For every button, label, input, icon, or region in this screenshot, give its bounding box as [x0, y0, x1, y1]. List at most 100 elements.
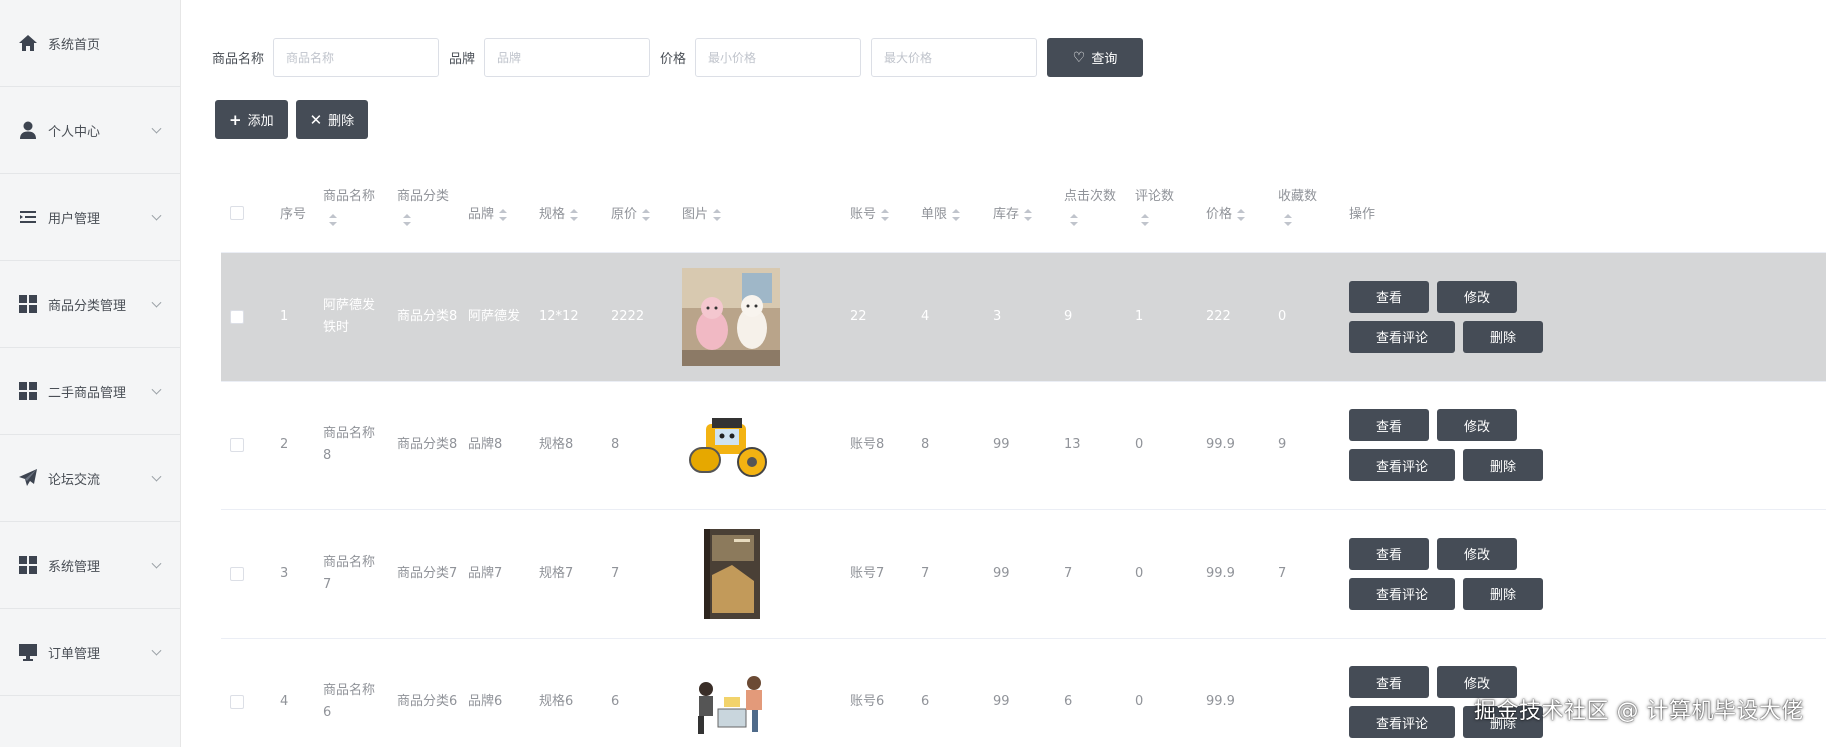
cell-category: 商品分类7	[397, 565, 458, 581]
table-body: 1 阿萨德发铁时 商品分类8 阿萨德发 12*12 2222 22 4 3 9 1 222 0 查看 修改查…	[221, 253, 1826, 747]
header-favorites-label: 收藏数	[1278, 189, 1318, 204]
table-header: 序号 商品名称 商品分类 品牌 规格 原价 图片 账号 单限 库存 点击次数 评…	[221, 173, 1826, 253]
header-image-label: 图片	[682, 207, 709, 222]
delete-button[interactable]: ✕ 删除	[295, 100, 369, 139]
sort-icon[interactable]	[403, 213, 411, 226]
header-price[interactable]: 价格	[1206, 203, 1246, 222]
view-button[interactable]: 查看	[1349, 280, 1430, 313]
edit-button[interactable]: 修改	[1437, 280, 1518, 313]
cell-stock: 99	[993, 694, 1010, 710]
view-button[interactable]: 查看	[1349, 666, 1430, 699]
header-account[interactable]: 账号	[850, 203, 890, 222]
header-comments[interactable]: 评论数	[1135, 185, 1174, 227]
sort-icon[interactable]	[713, 208, 722, 221]
watermark: 掘金技术社区 @ 计算机毕设大佬	[1474, 699, 1804, 724]
app-root: 系统首页 个人中心 用户管理 商品分类管理 二手商品管理 论坛交流 系统管理订单管理 商品名…	[0, 0, 1826, 747]
view-comments-button[interactable]: 查看评论	[1349, 449, 1456, 482]
sort-icon[interactable]	[1237, 208, 1246, 221]
grid-icon	[16, 379, 40, 403]
sidebar-item-6[interactable]: 系统管理	[0, 522, 180, 609]
brand-label: 品牌	[449, 52, 476, 67]
sort-icon[interactable]	[952, 208, 961, 221]
name-search-input[interactable]	[273, 38, 440, 77]
row-delete-button[interactable]: 删除	[1463, 577, 1544, 610]
header-orig-price[interactable]: 原价	[611, 203, 651, 222]
row-delete-button[interactable]: 删除	[1463, 320, 1544, 353]
sort-icon[interactable]	[642, 208, 651, 221]
sort-icon[interactable]	[1141, 213, 1149, 226]
table-row[interactable]: 3 商品名称7 商品分类7 品牌7 规格7 7 账号7 7 99 7 0 99.9 7 查看 修改 查看评论删…	[221, 510, 1826, 639]
cell-comments: 0	[1135, 565, 1144, 581]
header-price-label: 价格	[1206, 207, 1233, 222]
query-button[interactable]: ♡ 查询	[1047, 38, 1144, 77]
view-comments-button[interactable]: 查看评论	[1349, 577, 1456, 610]
sidebar-item-3[interactable]: 商品分类管理	[0, 261, 180, 348]
sort-icon[interactable]	[329, 213, 337, 226]
table-row[interactable]: 1 阿萨德发铁时 商品分类8 阿萨德发 12*12 2222 22 4 3 9 1 222 0 查看 修改查…	[221, 253, 1826, 382]
add-button[interactable]: + 添加	[215, 100, 288, 139]
sidebar-item-7[interactable]: 订单管理	[0, 609, 180, 696]
cell-clicks: 9	[1064, 308, 1073, 324]
cell-index: 1	[280, 308, 289, 324]
max-price-input[interactable]	[871, 38, 1038, 77]
search-bar: 商品名称 品牌 价格 ♡ 查询	[212, 38, 1144, 77]
cell-favorites: 7	[1278, 565, 1287, 581]
header-favorites[interactable]: 收藏数	[1278, 185, 1317, 227]
header-brand[interactable]: 品牌	[468, 203, 508, 222]
cell-comments: 1	[1135, 308, 1144, 324]
header-clicks[interactable]: 点击次数	[1064, 185, 1116, 227]
sidebar-item-2[interactable]: 用户管理	[0, 174, 180, 261]
sort-icon[interactable]	[1284, 213, 1292, 226]
row-checkbox[interactable]	[230, 566, 244, 581]
header-limit[interactable]: 单限	[921, 203, 961, 222]
cell-spec: 规格7	[539, 565, 574, 581]
view-button[interactable]: 查看	[1349, 537, 1430, 570]
header-brand-label: 品牌	[468, 207, 495, 222]
cell-orig-price: 6	[611, 694, 620, 710]
sort-icon[interactable]	[570, 208, 579, 221]
header-stock[interactable]: 库存	[993, 203, 1033, 222]
row-checkbox[interactable]	[230, 309, 244, 324]
table-row[interactable]: 2 商品名称8 商品分类8 品牌8 规格8 8 账号8 8 99 13 0 99.9 9 查看 修改 查看评论…	[221, 382, 1826, 510]
header-category-label: 商品分类	[397, 189, 450, 204]
select-all-checkbox[interactable]	[230, 205, 244, 220]
cell-name: 商品名称6	[323, 683, 376, 721]
row-delete-button[interactable]: 删除	[1463, 449, 1544, 482]
cell-price: 222	[1206, 308, 1231, 324]
sort-icon[interactable]	[1070, 213, 1078, 226]
edit-button[interactable]: 修改	[1437, 537, 1518, 570]
row-actions: 查看 修改查看评论 删除	[1349, 409, 1544, 482]
header-category[interactable]: 商品分类	[397, 185, 449, 227]
row-checkbox[interactable]	[230, 695, 244, 710]
cell-orig-price: 2222	[611, 308, 645, 324]
sidebar-item-5[interactable]: 论坛交流	[0, 435, 180, 522]
view-button[interactable]: 查看	[1349, 409, 1430, 442]
sort-icon[interactable]	[1024, 208, 1033, 221]
cell-price: 99.9	[1206, 694, 1235, 710]
header-spec[interactable]: 规格	[539, 203, 579, 222]
cell-limit: 4	[921, 308, 930, 324]
header-index-label: 序号	[280, 207, 307, 222]
sidebar-item-1[interactable]: 个人中心	[0, 87, 180, 174]
edit-button[interactable]: 修改	[1437, 409, 1518, 442]
query-button-label: 查询	[1091, 52, 1118, 67]
cell-spec: 规格6	[539, 694, 574, 710]
product-image	[682, 524, 780, 623]
header-comments-label: 评论数	[1135, 189, 1175, 204]
view-comments-button[interactable]: 查看评论	[1349, 320, 1456, 353]
brand-search-input[interactable]	[484, 38, 651, 77]
header-name[interactable]: 商品名称	[323, 185, 375, 227]
price-label: 价格	[660, 52, 687, 67]
header-index: 序号	[280, 203, 306, 222]
sidebar-item-0[interactable]: 系统首页	[0, 0, 180, 87]
row-checkbox[interactable]	[230, 438, 244, 453]
cell-favorites: 9	[1278, 437, 1287, 453]
sort-icon[interactable]	[499, 208, 508, 221]
cell-comments: 0	[1135, 437, 1144, 453]
min-price-input[interactable]	[695, 38, 862, 77]
view-comments-button[interactable]: 查看评论	[1349, 706, 1456, 739]
header-image[interactable]: 图片	[682, 203, 722, 222]
sort-icon[interactable]	[881, 208, 890, 221]
sidebar-item-label: 订单管理	[48, 646, 101, 662]
sidebar-item-4[interactable]: 二手商品管理	[0, 348, 180, 435]
